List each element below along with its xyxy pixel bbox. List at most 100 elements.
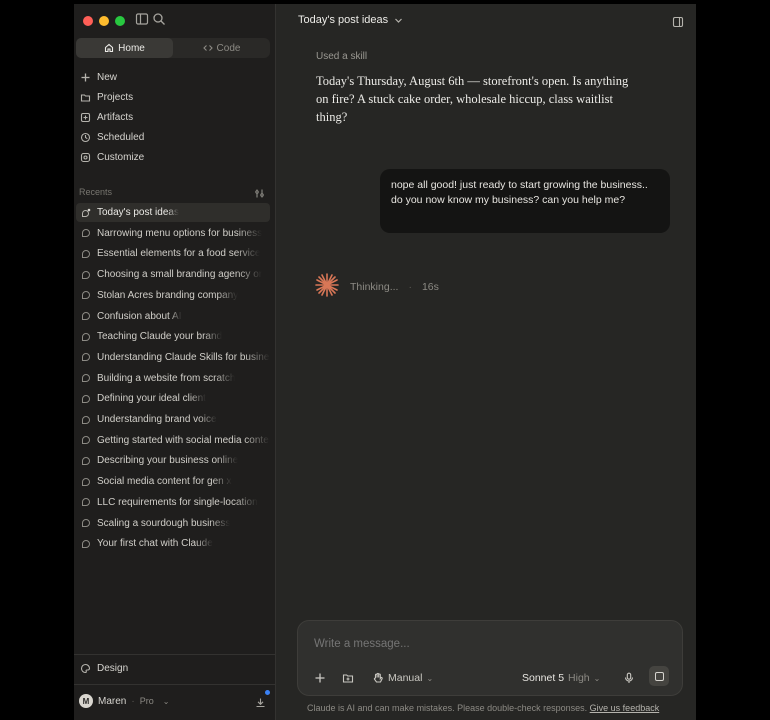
conversation-title-button[interactable]: Today's post ideas bbox=[298, 14, 403, 26]
recent-chat-item[interactable]: Stolan Acres branding company bbox=[76, 286, 270, 305]
avatar: M bbox=[79, 694, 93, 708]
model-name: Sonnet 5 bbox=[522, 672, 565, 684]
recent-chat-label: Teaching Claude your brand bbox=[97, 331, 223, 343]
chat-bubble-icon bbox=[82, 436, 91, 445]
recent-chat-label: Confusion about AI bbox=[97, 310, 182, 322]
recent-chat-item[interactable]: Choosing a small branding agency or bbox=[76, 265, 270, 284]
recents-heading: Recents bbox=[79, 187, 113, 197]
recent-chat-item[interactable]: Understanding brand voice bbox=[76, 410, 270, 429]
sidebar-toggle-icon[interactable] bbox=[135, 12, 151, 28]
recent-chat-item[interactable]: Confusion about AI bbox=[76, 307, 270, 326]
separator-dot: · bbox=[408, 280, 412, 293]
add-button[interactable] bbox=[314, 669, 326, 687]
page-title: Today's post ideas bbox=[298, 14, 389, 26]
recent-chat-label: Describing your business online bbox=[97, 455, 239, 467]
notification-dot bbox=[265, 690, 270, 695]
recent-chat-label: Getting started with social media conten… bbox=[97, 434, 270, 446]
claude-spark-icon bbox=[314, 272, 340, 301]
sidebar-item-scheduled[interactable]: Scheduled bbox=[80, 128, 144, 146]
sidebar-item-artifacts[interactable]: Artifacts bbox=[80, 108, 133, 126]
recent-chat-label: Building a website from scratch bbox=[97, 372, 236, 384]
nav-label-scheduled: Scheduled bbox=[97, 131, 145, 143]
hand-icon bbox=[373, 672, 383, 683]
recent-chat-item[interactable]: LLC requirements for single-location bbox=[76, 493, 270, 512]
code-tab[interactable]: Code bbox=[173, 38, 270, 58]
recent-chat-item[interactable]: Today's post ideas bbox=[76, 203, 270, 222]
project-folder-button[interactable] bbox=[342, 669, 354, 687]
recent-chat-label: Narrowing menu options for business bbox=[97, 227, 263, 239]
chat-bubble-icon bbox=[82, 291, 91, 300]
window-close-button[interactable] bbox=[83, 16, 93, 26]
recent-chat-label: Your first chat with Claude bbox=[97, 538, 213, 550]
mode-selector[interactable]: Manual ⌄ bbox=[372, 669, 433, 687]
recent-chat-label: Understanding brand voice bbox=[97, 414, 217, 425]
panel-toggle-icon[interactable] bbox=[672, 15, 684, 33]
microphone-icon bbox=[624, 672, 634, 683]
recent-chat-item[interactable]: Essential elements for a food service bbox=[76, 244, 270, 263]
window-maximize-button[interactable] bbox=[115, 16, 125, 26]
user-message: nope all good! just ready to start growi… bbox=[380, 169, 670, 233]
chat-bubble-icon bbox=[82, 394, 91, 403]
sidebar: Home Code New Projects Artifacts Schedul… bbox=[74, 4, 276, 720]
recent-chat-item[interactable]: Narrowing menu options for business bbox=[76, 224, 270, 243]
chat-bubble-icon bbox=[82, 353, 91, 362]
filter-icon[interactable] bbox=[254, 186, 265, 204]
microphone-button[interactable] bbox=[623, 669, 635, 687]
nav-label-customize: Customize bbox=[97, 151, 145, 163]
home-tab[interactable]: Home bbox=[76, 38, 173, 58]
folder-plus-icon bbox=[342, 674, 354, 683]
chevron-down-icon: ⌄ bbox=[593, 673, 601, 683]
stop-icon bbox=[654, 671, 664, 681]
chat-bubble-icon bbox=[82, 456, 91, 465]
code-icon bbox=[202, 45, 213, 51]
recent-chat-label: LLC requirements for single-location bbox=[97, 496, 258, 508]
chat-bubble-icon bbox=[82, 374, 91, 383]
chat-bubble-icon bbox=[82, 311, 91, 320]
chevron-down-icon bbox=[395, 18, 403, 23]
chat-bubble-icon bbox=[82, 229, 91, 238]
recent-chat-item[interactable]: Scaling a sourdough business bbox=[76, 514, 270, 533]
thinking-duration: 16s bbox=[421, 280, 439, 293]
code-tab-label: Code bbox=[216, 42, 241, 54]
chat-bubble-icon bbox=[82, 477, 91, 486]
download-icon[interactable] bbox=[255, 695, 266, 713]
composer: Manual ⌄ Sonnet 5 High ⌄ bbox=[297, 620, 683, 696]
disclaimer: Claude is AI and can make mistakes. Plea… bbox=[307, 703, 659, 713]
separator-dot: · bbox=[131, 695, 135, 707]
recent-chat-item[interactable]: Describing your business online bbox=[76, 451, 270, 470]
user-plan-badge: Pro bbox=[139, 696, 154, 706]
user-menu-button[interactable]: M Maren · Pro ⌄ bbox=[79, 691, 269, 711]
recent-chat-item[interactable]: Teaching Claude your brand bbox=[76, 327, 270, 346]
model-selector[interactable]: Sonnet 5 High ⌄ bbox=[522, 669, 600, 687]
recent-chat-label: Stolan Acres branding company bbox=[97, 289, 239, 301]
sidebar-divider bbox=[74, 684, 276, 685]
recent-chat-item[interactable]: Your first chat with Claude bbox=[76, 534, 270, 553]
thinking-indicator[interactable]: Thinking... · 16s bbox=[314, 272, 439, 301]
new-chat-button[interactable]: New bbox=[80, 68, 117, 86]
recent-chat-item[interactable]: Understanding Claude Skills for business bbox=[76, 348, 270, 367]
home-icon bbox=[105, 43, 114, 53]
assistant-message: Today's Thursday, August 6th — storefron… bbox=[316, 74, 629, 124]
chat-bubble-icon bbox=[82, 415, 91, 424]
recent-chat-item[interactable]: Defining your ideal client bbox=[76, 389, 270, 408]
recent-chat-item[interactable]: Building a website from scratch bbox=[76, 369, 270, 388]
search-icon[interactable] bbox=[152, 12, 168, 28]
sidebar-item-design[interactable]: Design bbox=[80, 659, 128, 677]
recent-chat-item[interactable]: Social media content for gen x bbox=[76, 472, 270, 491]
sidebar-item-customize[interactable]: Customize bbox=[80, 148, 144, 166]
chat-bubble-icon bbox=[82, 498, 91, 507]
recent-chat-label: Essential elements for a food service bbox=[97, 248, 261, 260]
recent-chat-label: Scaling a sourdough business bbox=[97, 517, 231, 529]
chat-bubble-icon bbox=[82, 270, 91, 279]
used-skill-label[interactable]: Used a skill bbox=[316, 51, 367, 62]
feedback-link[interactable]: Give us feedback bbox=[590, 703, 660, 713]
folder-icon bbox=[80, 93, 91, 102]
recent-chat-item[interactable]: Getting started with social media conten… bbox=[76, 431, 270, 450]
chat-bubble-icon bbox=[82, 539, 91, 548]
mode-label: Manual bbox=[388, 672, 423, 684]
window-minimize-button[interactable] bbox=[99, 16, 109, 26]
stop-button[interactable] bbox=[649, 666, 669, 686]
sidebar-item-projects[interactable]: Projects bbox=[80, 88, 133, 106]
message-input[interactable] bbox=[314, 638, 664, 650]
active-chat-icon bbox=[82, 208, 91, 217]
